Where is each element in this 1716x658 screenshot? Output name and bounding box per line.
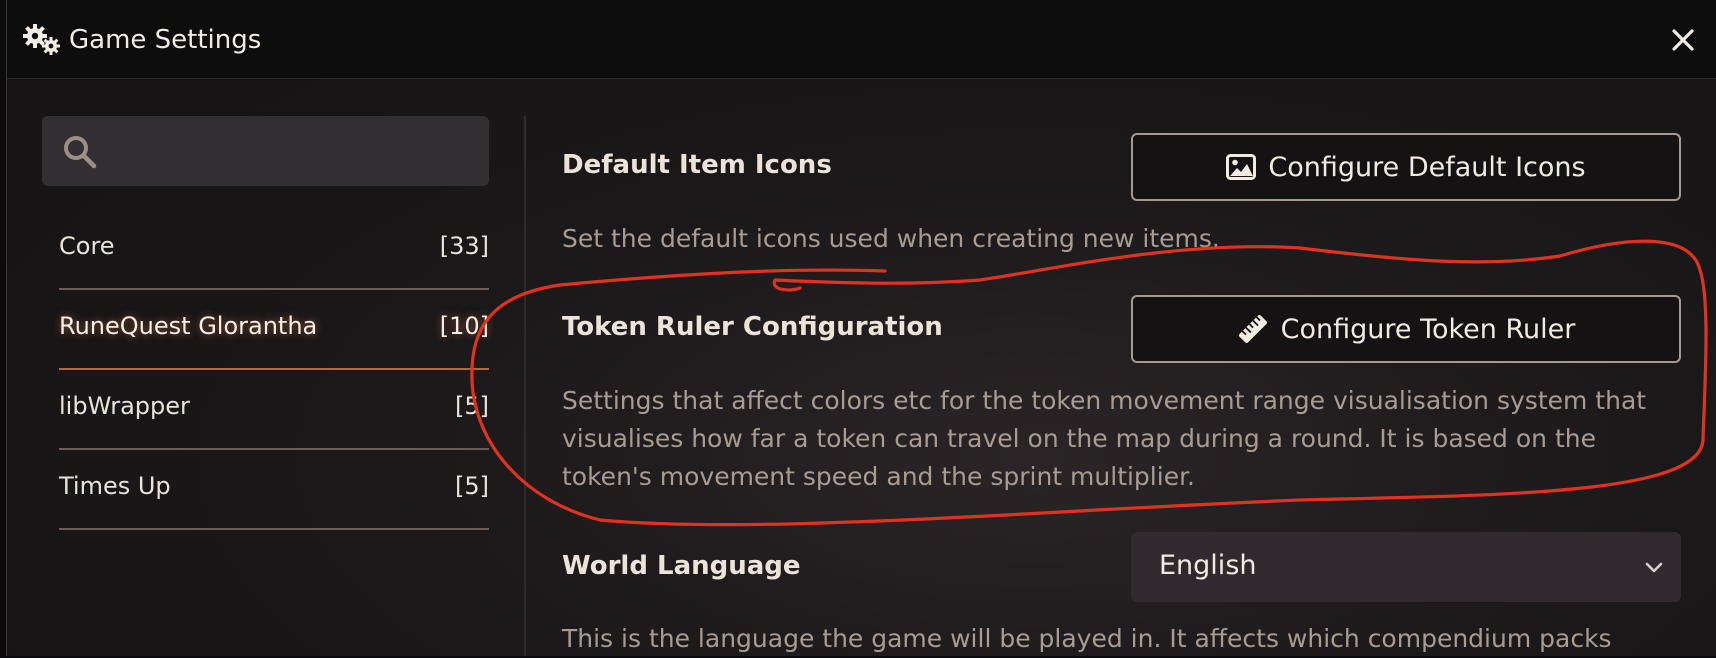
setting-label-default-item-icons: Default Item Icons (562, 150, 832, 180)
world-language-select[interactable]: English (1131, 532, 1681, 602)
category-count: [5] (455, 472, 489, 500)
category-label: libWrapper (59, 392, 190, 420)
category-count: [5] (455, 392, 489, 420)
search-input[interactable] (108, 126, 472, 178)
settings-window: Game Settings Core [33] RuneQuest Gloran… (6, 0, 1716, 656)
category-label: Core (59, 232, 115, 260)
sidebar-item-core[interactable]: Core [33] (59, 210, 489, 290)
button-label: Configure Token Ruler (1280, 313, 1576, 345)
select-value: English (1159, 550, 1257, 581)
configure-token-ruler-button[interactable]: Configure Token Ruler (1131, 295, 1681, 363)
setting-label-world-language: World Language (562, 551, 801, 581)
category-count: [10] (439, 312, 489, 340)
sidebar-item-libwrapper[interactable]: libWrapper [5] (59, 370, 489, 450)
search-icon (64, 136, 97, 169)
search-box[interactable] (42, 116, 489, 186)
image-icon (1226, 154, 1257, 180)
close-button[interactable] (1661, 18, 1705, 62)
gears-icon (23, 24, 60, 55)
setting-hint-world-language: This is the language the game will be pl… (562, 624, 1612, 653)
panel-divider (524, 116, 526, 656)
setting-hint-default-item-icons: Set the default icons used when creating… (562, 224, 1220, 253)
chevron-down-icon (1645, 562, 1663, 573)
setting-label-token-ruler: Token Ruler Configuration (562, 312, 943, 342)
ruler-icon (1238, 314, 1267, 344)
setting-hint-token-ruler: Settings that affect colors etc for the … (562, 386, 1647, 491)
close-icon (1672, 29, 1694, 51)
configure-default-icons-button[interactable]: Configure Default Icons (1131, 133, 1681, 201)
category-label: Times Up (59, 472, 171, 500)
sidebar-item-times-up[interactable]: Times Up [5] (59, 450, 489, 530)
window-title: Game Settings (69, 25, 262, 55)
button-label: Configure Default Icons (1268, 151, 1586, 183)
category-count: [33] (439, 232, 489, 260)
sidebar-item-runequest-glorantha[interactable]: RuneQuest Glorantha [10] (59, 290, 489, 370)
category-label: RuneQuest Glorantha (59, 312, 318, 340)
window-titlebar[interactable]: Game Settings (7, 0, 1716, 79)
